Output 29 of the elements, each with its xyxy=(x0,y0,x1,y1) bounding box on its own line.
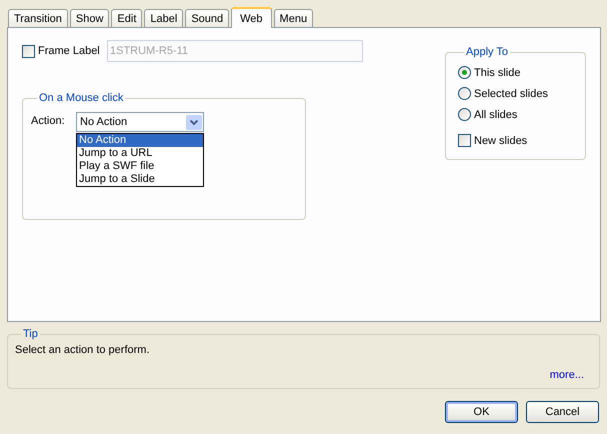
action-label: Action: xyxy=(31,115,66,127)
action-dropdown[interactable]: No Action xyxy=(76,112,204,132)
tab[interactable]: Web xyxy=(231,7,272,28)
tab[interactable]: Label xyxy=(144,9,184,27)
checkbox-label: New slides xyxy=(474,134,528,146)
group-title: Apply To xyxy=(465,46,509,58)
radio-button[interactable] xyxy=(458,66,471,79)
dropdown-option[interactable]: Jump to a URL xyxy=(77,147,203,160)
more-link[interactable]: more... xyxy=(550,369,584,381)
dropdown-option[interactable]: No Action xyxy=(77,134,203,147)
dropdown-option[interactable]: Play a SWF file xyxy=(77,160,203,173)
tab[interactable]: Edit xyxy=(111,9,142,27)
radio-label: Selected slides xyxy=(474,88,548,100)
group-title: Tip xyxy=(22,328,39,340)
radio-label: This slide xyxy=(474,66,520,78)
checkbox-label: Frame Label xyxy=(38,45,101,57)
checkbox[interactable] xyxy=(458,134,471,147)
dialog-button[interactable]: OK xyxy=(445,401,518,423)
radio-label: All slides xyxy=(474,108,518,120)
radio-button[interactable] xyxy=(458,108,471,121)
tip-text: Select an action to perform. xyxy=(15,344,151,356)
dropdown-option[interactable]: Jump to a Slide xyxy=(77,173,203,186)
tab[interactable]: Sound xyxy=(185,9,230,27)
tab[interactable]: Transition xyxy=(8,9,68,27)
group-title: On a Mouse click xyxy=(38,92,124,104)
dialog-button[interactable]: Cancel xyxy=(526,401,599,423)
tab[interactable]: Menu xyxy=(274,9,314,27)
radio-button[interactable] xyxy=(458,87,471,100)
tab[interactable]: Show xyxy=(70,9,110,27)
